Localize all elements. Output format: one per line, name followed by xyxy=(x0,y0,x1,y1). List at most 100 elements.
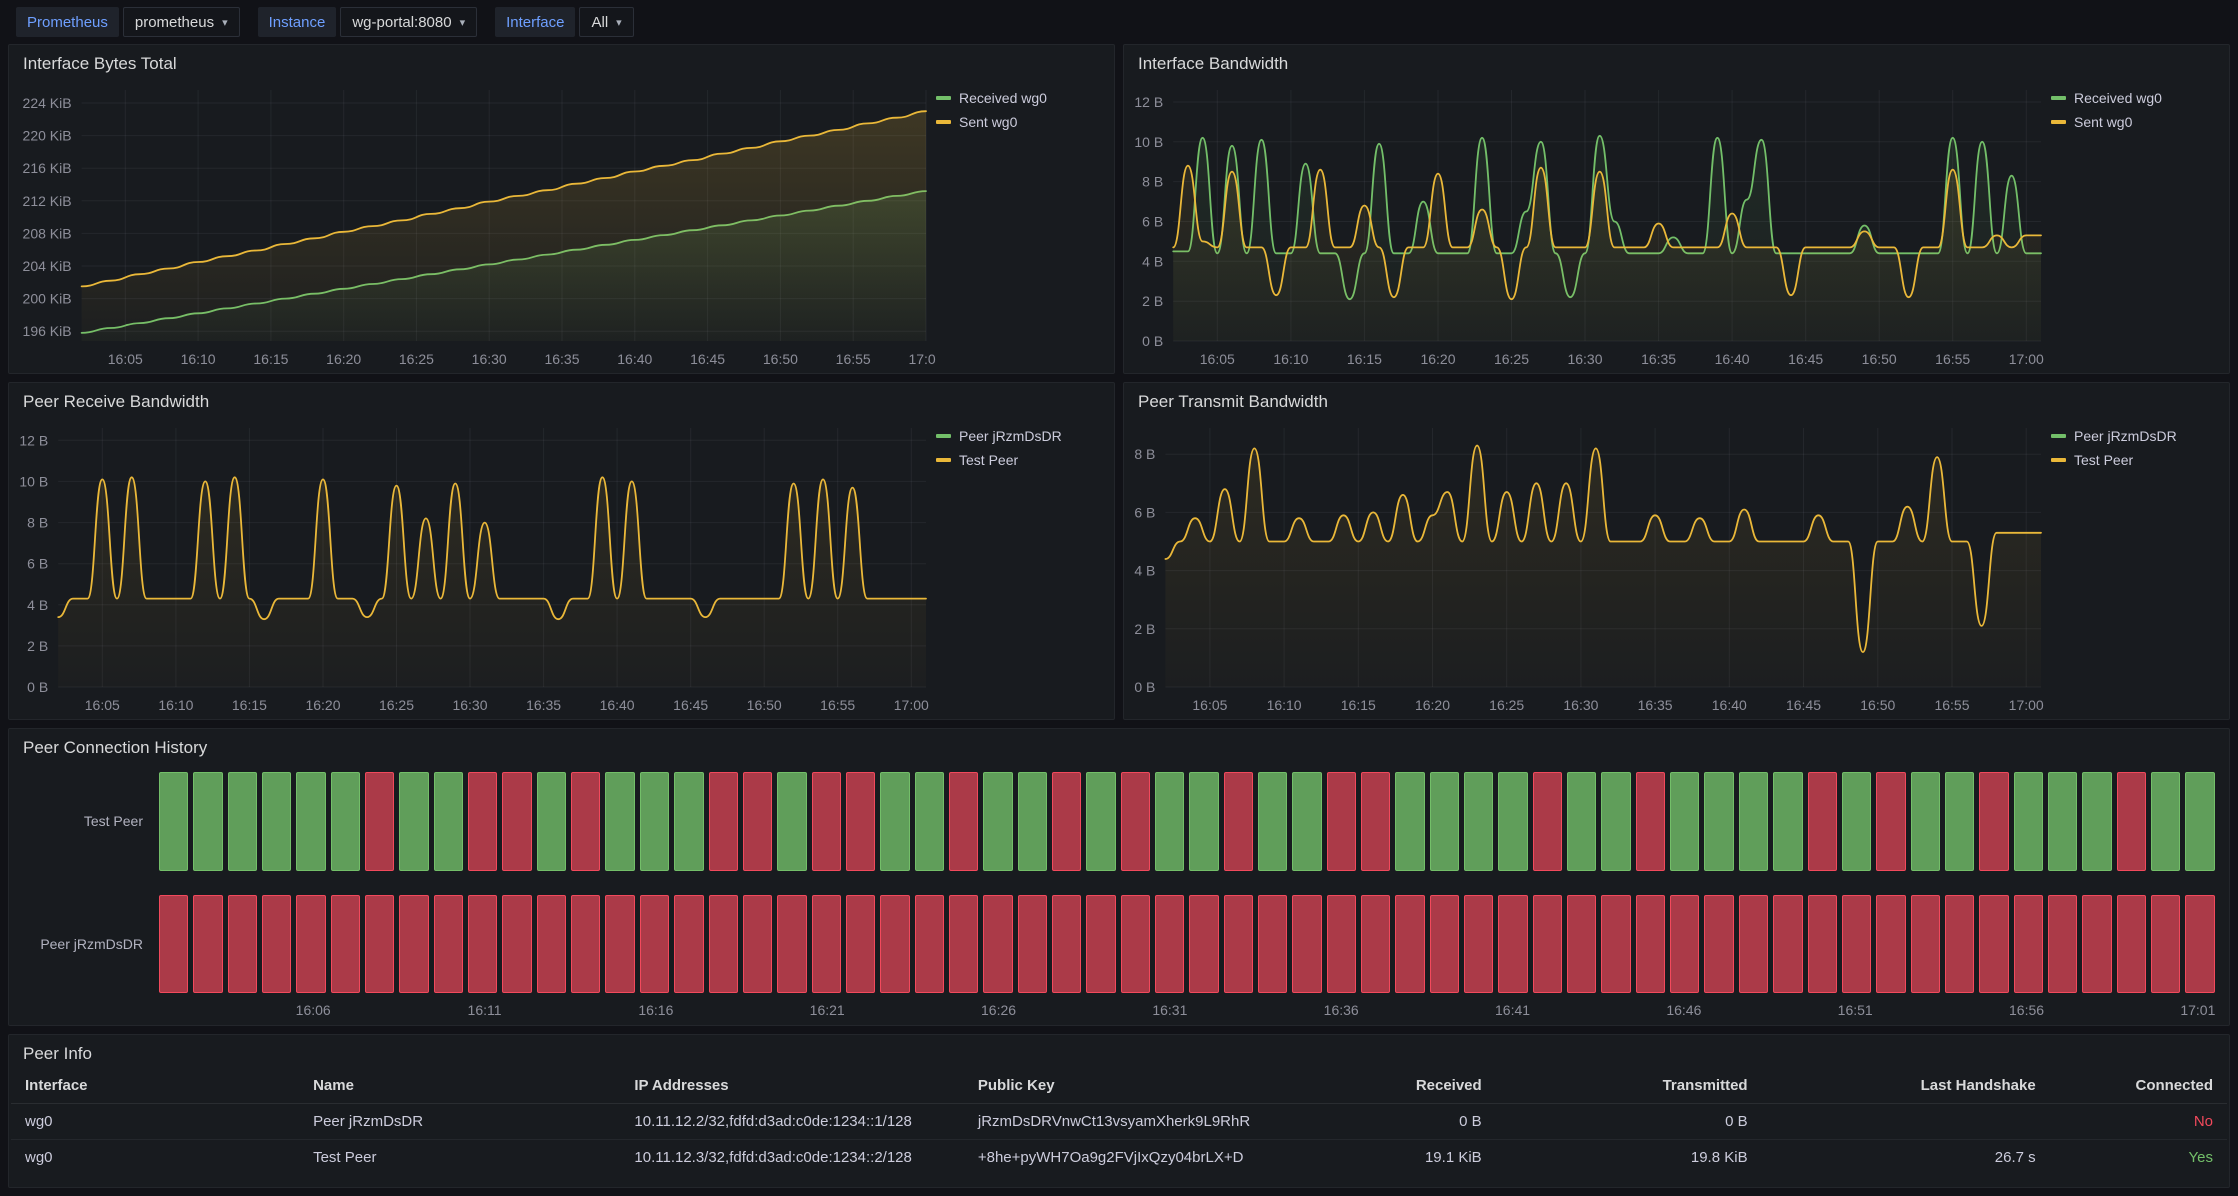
panel-title[interactable]: Peer Info xyxy=(9,1035,2229,1066)
status-bar-disconnected[interactable] xyxy=(915,895,944,994)
panel-title[interactable]: Interface Bytes Total xyxy=(9,45,1114,76)
status-bar-disconnected[interactable] xyxy=(537,895,566,994)
status-bar-disconnected[interactable] xyxy=(1979,772,2008,871)
status-bar-disconnected[interactable] xyxy=(1052,772,1081,871)
status-bar-disconnected[interactable] xyxy=(296,895,325,994)
legend-item[interactable]: Peer jRzmDsDR xyxy=(936,428,1102,444)
status-bar-disconnected[interactable] xyxy=(1361,895,1390,994)
status-bar-disconnected[interactable] xyxy=(1704,895,1733,994)
status-bar-connected[interactable] xyxy=(1430,772,1459,871)
status-bar-disconnected[interactable] xyxy=(2151,895,2180,994)
status-bar-disconnected[interactable] xyxy=(605,895,634,994)
column-header[interactable]: Name xyxy=(299,1068,620,1104)
status-bar-disconnected[interactable] xyxy=(1430,895,1459,994)
variable-label[interactable]: Prometheus xyxy=(16,7,119,37)
status-bar-connected[interactable] xyxy=(1258,772,1287,871)
status-bar-disconnected[interactable] xyxy=(571,772,600,871)
status-bar-disconnected[interactable] xyxy=(502,772,531,871)
status-bar-connected[interactable] xyxy=(777,772,806,871)
status-bar-disconnected[interactable] xyxy=(1121,772,1150,871)
status-bar-disconnected[interactable] xyxy=(2117,772,2146,871)
status-bar-connected[interactable] xyxy=(1567,772,1596,871)
legend-item[interactable]: Received wg0 xyxy=(2051,90,2217,106)
status-bar-disconnected[interactable] xyxy=(399,895,428,994)
status-bar-disconnected[interactable] xyxy=(1052,895,1081,994)
status-bar-disconnected[interactable] xyxy=(571,895,600,994)
status-bar-disconnected[interactable] xyxy=(743,772,772,871)
status-bar-connected[interactable] xyxy=(228,772,257,871)
status-bar-disconnected[interactable] xyxy=(1224,772,1253,871)
status-bar-disconnected[interactable] xyxy=(949,772,978,871)
variable-label[interactable]: Interface xyxy=(495,7,575,37)
status-bar-disconnected[interactable] xyxy=(1911,895,1940,994)
status-bar-disconnected[interactable] xyxy=(502,895,531,994)
status-bar-connected[interactable] xyxy=(1395,772,1424,871)
status-bar-connected[interactable] xyxy=(1911,772,1940,871)
status-bar-disconnected[interactable] xyxy=(1327,772,1356,871)
status-bar-connected[interactable] xyxy=(1773,772,1802,871)
column-header[interactable]: Received xyxy=(1252,1068,1496,1104)
status-bar-connected[interactable] xyxy=(1086,772,1115,871)
status-bar-disconnected[interactable] xyxy=(1670,895,1699,994)
legend-item[interactable]: Received wg0 xyxy=(936,90,1102,106)
status-bar-disconnected[interactable] xyxy=(228,895,257,994)
legend-item[interactable]: Sent wg0 xyxy=(2051,114,2217,130)
variable-dropdown[interactable]: wg-portal:8080▾ xyxy=(340,7,477,37)
status-bar-connected[interactable] xyxy=(434,772,463,871)
status-bar-connected[interactable] xyxy=(159,772,188,871)
status-bar-disconnected[interactable] xyxy=(743,895,772,994)
panel-title[interactable]: Peer Connection History xyxy=(9,729,2229,760)
status-bar-disconnected[interactable] xyxy=(1808,772,1837,871)
status-bar-disconnected[interactable] xyxy=(1327,895,1356,994)
status-bar-connected[interactable] xyxy=(1464,772,1493,871)
status-bar-disconnected[interactable] xyxy=(2185,895,2214,994)
status-bar-connected[interactable] xyxy=(605,772,634,871)
legend-item[interactable]: Test Peer xyxy=(2051,452,2217,468)
status-bar-disconnected[interactable] xyxy=(331,895,360,994)
panel-title[interactable]: Interface Bandwidth xyxy=(1124,45,2229,76)
status-bar-disconnected[interactable] xyxy=(1018,895,1047,994)
status-bar-connected[interactable] xyxy=(1155,772,1184,871)
status-bar-disconnected[interactable] xyxy=(1533,772,1562,871)
status-bar-disconnected[interactable] xyxy=(1773,895,1802,994)
legend-item[interactable]: Peer jRzmDsDR xyxy=(2051,428,2217,444)
panel-title[interactable]: Peer Transmit Bandwidth xyxy=(1124,383,2229,414)
status-bar-disconnected[interactable] xyxy=(709,772,738,871)
status-bar-connected[interactable] xyxy=(1498,772,1527,871)
status-bar-disconnected[interactable] xyxy=(1189,895,1218,994)
status-bar-disconnected[interactable] xyxy=(949,895,978,994)
status-bar-disconnected[interactable] xyxy=(2082,895,2111,994)
status-bar-connected[interactable] xyxy=(983,772,1012,871)
status-bar-disconnected[interactable] xyxy=(1876,895,1905,994)
column-header[interactable]: IP Addresses xyxy=(620,1068,963,1104)
status-bar-connected[interactable] xyxy=(1601,772,1630,871)
status-bar-disconnected[interactable] xyxy=(1361,772,1390,871)
status-bar-disconnected[interactable] xyxy=(1498,895,1527,994)
status-bar-disconnected[interactable] xyxy=(159,895,188,994)
timeseries-chart[interactable]: 0 B2 B4 B6 B8 B10 B12 B16:0516:1016:1516… xyxy=(1124,76,2051,373)
status-bar-connected[interactable] xyxy=(331,772,360,871)
status-bar-disconnected[interactable] xyxy=(846,772,875,871)
status-bar-disconnected[interactable] xyxy=(468,895,497,994)
status-bar-connected[interactable] xyxy=(1704,772,1733,871)
status-bar-disconnected[interactable] xyxy=(1808,895,1837,994)
column-header[interactable]: Interface xyxy=(11,1068,299,1104)
status-bar-disconnected[interactable] xyxy=(1533,895,1562,994)
status-bar-disconnected[interactable] xyxy=(1636,895,1665,994)
status-bar-disconnected[interactable] xyxy=(1567,895,1596,994)
status-bar-disconnected[interactable] xyxy=(1636,772,1665,871)
status-bar-disconnected[interactable] xyxy=(812,895,841,994)
status-bar-disconnected[interactable] xyxy=(674,895,703,994)
status-bar-disconnected[interactable] xyxy=(2014,895,2043,994)
timeseries-chart[interactable]: 196 KiB200 KiB204 KiB208 KiB212 KiB216 K… xyxy=(9,76,936,373)
column-header[interactable]: Connected xyxy=(2050,1068,2227,1104)
variable-label[interactable]: Instance xyxy=(258,7,337,37)
status-bar-connected[interactable] xyxy=(674,772,703,871)
status-bar-disconnected[interactable] xyxy=(1979,895,2008,994)
status-bar-disconnected[interactable] xyxy=(1395,895,1424,994)
status-bar-disconnected[interactable] xyxy=(365,895,394,994)
variable-dropdown[interactable]: prometheus▾ xyxy=(123,7,240,37)
status-bar-disconnected[interactable] xyxy=(777,895,806,994)
status-bar-disconnected[interactable] xyxy=(434,895,463,994)
status-bar-connected[interactable] xyxy=(296,772,325,871)
